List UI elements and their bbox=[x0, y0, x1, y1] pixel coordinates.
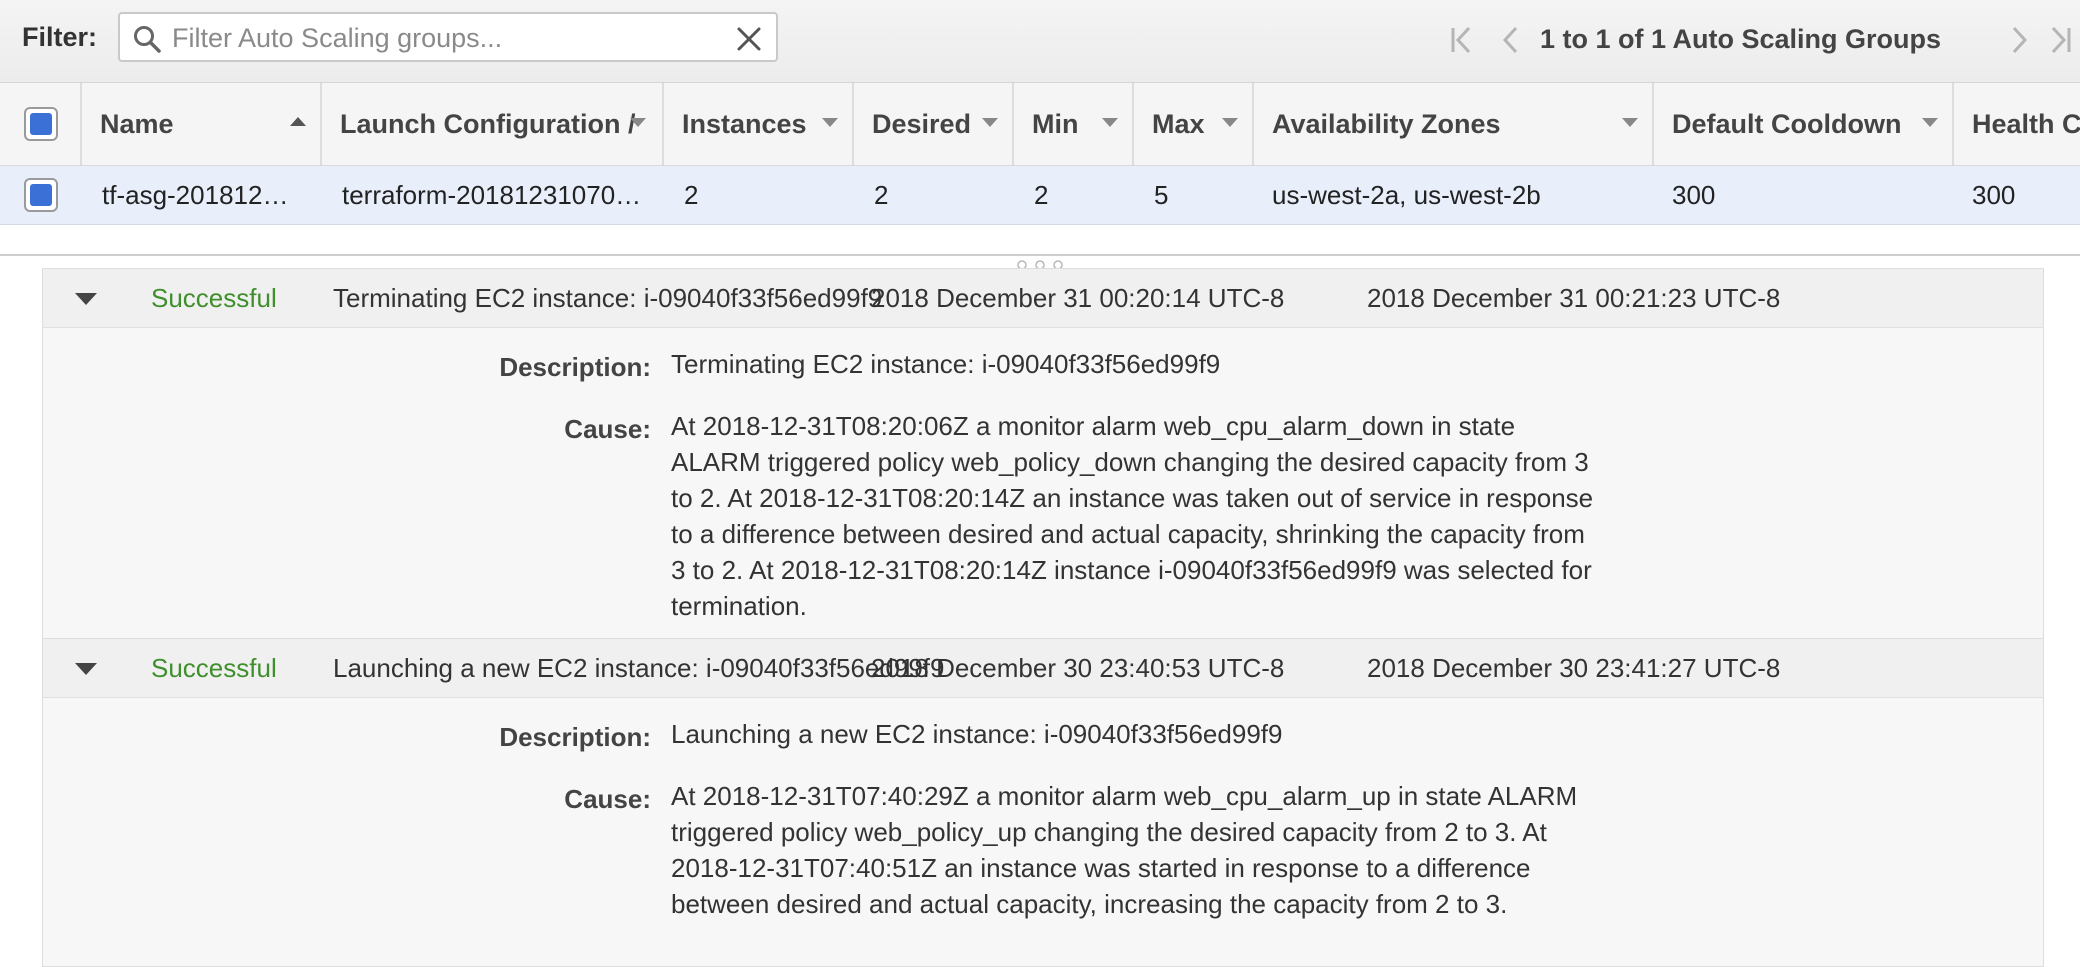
activity-item: Successful Launching a new EC2 instance:… bbox=[42, 638, 2044, 967]
column-label: Desired bbox=[872, 109, 972, 139]
activity-end-time: 2018 December 31 00:21:23 UTC-8 bbox=[1367, 283, 1781, 313]
description-label: Description: bbox=[499, 352, 651, 382]
sort-icon bbox=[1922, 118, 1938, 127]
column-header-min[interactable]: Min bbox=[1014, 83, 1134, 165]
activity-description: Launching a new EC2 instance: i-09040f33… bbox=[333, 653, 945, 683]
select-all-column bbox=[0, 83, 82, 165]
cell-health-check: 300 bbox=[1972, 180, 2016, 210]
sort-icon bbox=[1622, 118, 1638, 127]
sort-icon bbox=[1102, 118, 1118, 127]
cell-desired: 2 bbox=[874, 180, 889, 210]
activity-start-time: 2018 December 31 00:20:14 UTC-8 bbox=[871, 283, 1285, 313]
column-header-default-cooldown[interactable]: Default Cooldown bbox=[1654, 83, 1954, 165]
column-label: Launch Configuration / bbox=[340, 109, 636, 139]
column-header-instances[interactable]: Instances bbox=[664, 83, 854, 165]
column-header-max[interactable]: Max bbox=[1134, 83, 1254, 165]
cell-default-cooldown: 300 bbox=[1672, 180, 1716, 210]
activity-status: Successful bbox=[151, 283, 277, 313]
description-label: Description: bbox=[499, 722, 651, 752]
sort-icon bbox=[982, 118, 998, 127]
triangle-down-icon[interactable] bbox=[75, 663, 97, 675]
activity-details: Description: Launching a new EC2 instanc… bbox=[43, 698, 2043, 966]
cell-name: tf-asg-201812… bbox=[102, 180, 289, 210]
description-value: Terminating EC2 instance: i-09040f33f56e… bbox=[671, 349, 1221, 379]
description-value: Launching a new EC2 instance: i-09040f33… bbox=[671, 719, 1283, 749]
column-header-health-check[interactable]: Health C bbox=[1954, 83, 2080, 165]
row-checkbox[interactable] bbox=[24, 178, 58, 212]
activity-status: Successful bbox=[151, 653, 277, 683]
first-page-icon[interactable] bbox=[1448, 25, 1478, 55]
sort-icon bbox=[1222, 118, 1238, 127]
table-header: Name Launch Configuration / Instances De… bbox=[0, 83, 2080, 166]
column-label: Instances bbox=[682, 109, 807, 139]
column-label: Min bbox=[1032, 109, 1079, 139]
filter-label: Filter: bbox=[22, 22, 98, 52]
activity-start-time: 2018 December 30 23:40:53 UTC-8 bbox=[871, 653, 1285, 683]
column-label: Availability Zones bbox=[1272, 109, 1501, 139]
cell-availability-zones: us-west-2a, us-west-2b bbox=[1272, 180, 1541, 210]
activity-details: Description: Terminating EC2 instance: i… bbox=[43, 328, 2043, 644]
column-label: Max bbox=[1152, 109, 1205, 139]
sort-icon bbox=[630, 118, 646, 127]
column-label: Health C bbox=[1972, 109, 2080, 139]
activity-item: Successful Terminating EC2 instance: i-0… bbox=[42, 268, 2044, 645]
cause-label: Cause: bbox=[564, 784, 651, 814]
select-all-checkbox[interactable] bbox=[24, 107, 58, 141]
cell-max: 5 bbox=[1154, 180, 1169, 210]
panel-splitter[interactable] bbox=[0, 254, 2080, 256]
cause-label: Cause: bbox=[564, 414, 651, 444]
prev-page-icon[interactable] bbox=[1496, 25, 1526, 55]
column-label: Default Cooldown bbox=[1672, 109, 1902, 139]
filter-box[interactable] bbox=[118, 12, 778, 62]
column-header-desired[interactable]: Desired bbox=[854, 83, 1014, 165]
activity-end-time: 2018 December 30 23:41:27 UTC-8 bbox=[1367, 653, 1781, 683]
activity-header[interactable]: Successful Launching a new EC2 instance:… bbox=[43, 639, 2043, 698]
column-label: Name bbox=[100, 109, 174, 139]
activity-header[interactable]: Successful Terminating EC2 instance: i-0… bbox=[43, 269, 2043, 328]
column-header-name[interactable]: Name bbox=[82, 83, 322, 165]
search-icon bbox=[134, 26, 161, 53]
sort-ascending-icon bbox=[290, 117, 306, 126]
pagination-text: 1 to 1 of 1 Auto Scaling Groups bbox=[1540, 24, 1942, 54]
cell-min: 2 bbox=[1034, 180, 1049, 210]
filter-toolbar: Filter: 1 to 1 of 1 Auto Scaling Groups bbox=[0, 0, 2080, 83]
cause-value: At 2018-12-31T08:20:06Z a monitor alarm … bbox=[671, 411, 1594, 621]
close-icon[interactable] bbox=[736, 26, 762, 52]
last-page-icon[interactable] bbox=[2044, 25, 2074, 55]
cell-instances: 2 bbox=[684, 180, 699, 210]
table-row[interactable]: tf-asg-201812… terraform-20181231070… 2 … bbox=[0, 166, 2080, 225]
search-input[interactable] bbox=[170, 20, 714, 56]
sort-icon bbox=[822, 118, 838, 127]
pagination: 1 to 1 of 1 Auto Scaling Groups bbox=[1420, 0, 2080, 82]
column-header-availability-zones[interactable]: Availability Zones bbox=[1254, 83, 1654, 165]
next-page-icon[interactable] bbox=[2004, 25, 2034, 55]
cause-value: At 2018-12-31T07:40:29Z a monitor alarm … bbox=[671, 781, 1578, 919]
triangle-down-icon[interactable] bbox=[75, 293, 97, 305]
activity-description: Terminating EC2 instance: i-09040f33f56e… bbox=[333, 283, 883, 313]
column-header-launch-configuration[interactable]: Launch Configuration / bbox=[322, 83, 664, 165]
cell-launch-configuration: terraform-20181231070… bbox=[342, 180, 642, 210]
